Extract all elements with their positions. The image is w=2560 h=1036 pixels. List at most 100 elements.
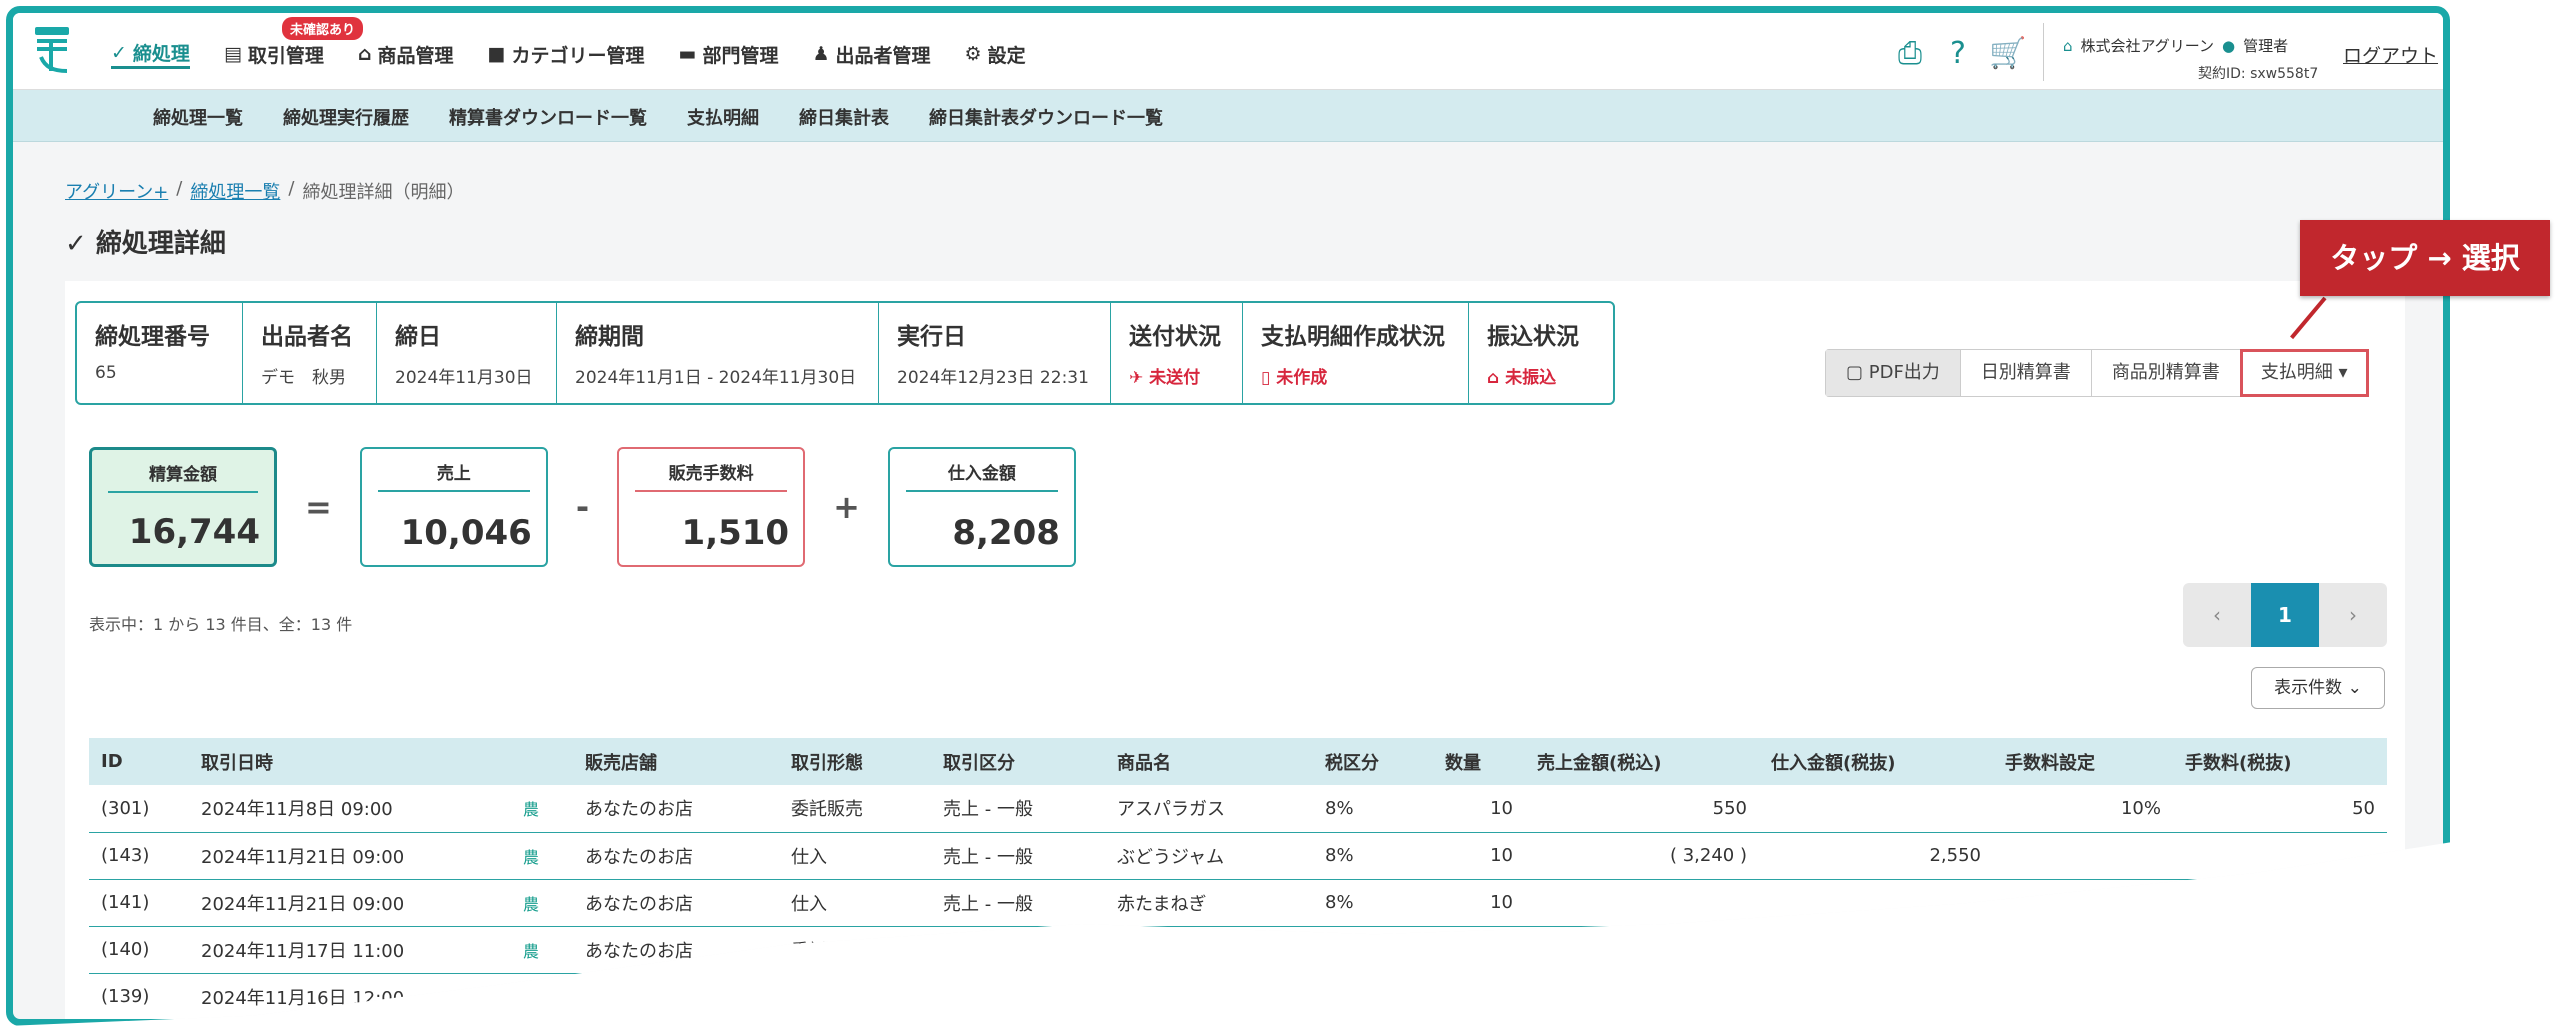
col-sales[interactable]: 売上金額(税込) [1525, 738, 1759, 785]
main-nav: ✓ 締処理 ▤ 取引管理 未確認あり ⌂ 商品管理 ■ カテゴリー管理 ▬ 部門管理 ♟ 出品… [111, 17, 1026, 69]
col-fee[interactable]: 手数料(税抜) [2173, 738, 2387, 785]
subnav-statement-downloads[interactable]: 精算書ダウンロード一覧 [449, 104, 647, 130]
info-number: 締処理番号 65 [77, 303, 243, 403]
transactions-table: ID 取引日時 販売店舗 取引形態 取引区分 商品名 税区分 数量 売上金額(税… [89, 738, 2387, 1019]
farm-icon: 農 [511, 973, 573, 1019]
next-page-button[interactable]: › [2319, 583, 2387, 647]
top-bar: ✓ 締処理 ▤ 取引管理 未確認あり ⌂ 商品管理 ■ カテゴリー管理 ▬ 部門管理 ♟ 出品… [13, 13, 2443, 90]
per-page-select[interactable]: 表示件数 ⌄ [2251, 667, 2385, 709]
breadcrumb-home[interactable]: アグリーン+ [65, 178, 168, 204]
table-row[interactable]: (139) 2024年11月16日 12:00 農あなたのお店 委託販売 売上 - 一般 [89, 973, 2387, 1019]
nav-closing[interactable]: ✓ 締処理 [111, 39, 190, 69]
sub-nav: 締処理一覧 締処理実行履歴 精算書ダウンロード一覧 支払明細 締日集計表 締日集… [13, 90, 2443, 142]
prev-page-button[interactable]: ‹ [2183, 583, 2251, 647]
pdf-output-button[interactable]: ▢ PDF出力 [1826, 350, 1961, 396]
purchase-amount: 仕入金額 8,208 [887, 447, 1076, 567]
account-info: ⌂ 株式会社アグリーン ● 管理者 [2063, 35, 2288, 56]
book-icon: ■ [487, 43, 506, 65]
document-icon: ▯ [1261, 368, 1277, 388]
payment-details-dropdown[interactable]: 支払明細 ▾ [2239, 349, 2369, 397]
amount-summary: 精算金額 16,744 = 売上 10,046 - 販売手数料 1,510 + 仕入金… [89, 447, 1076, 567]
info-closing-date: 締日 2024年11月30日 [377, 303, 557, 403]
user-icon: ● [2222, 36, 2236, 55]
table-row[interactable]: (141) 2024年11月21日 09:00 農あなたのお店 仕入 売上 - 一般 赤た… [89, 879, 2387, 927]
breadcrumb-list[interactable]: 締処理一覧 [190, 178, 280, 204]
subnav-closing-list[interactable]: 締処理一覧 [153, 104, 243, 130]
bank-icon: ⌂ [1487, 368, 1506, 388]
app-logo[interactable] [31, 25, 73, 75]
info-period: 締期間 2024年11月1日 - 2024年11月30日 [557, 303, 879, 403]
col-datetime[interactable]: 取引日時 [189, 738, 511, 785]
check-circle-icon: ✓ [111, 41, 127, 64]
table-row[interactable]: (140) 2024年11月17日 11:00 農あなたのお店 委託販売 売上 - 一般… [89, 926, 2387, 974]
nav-transactions[interactable]: ▤ 取引管理 未確認あり [223, 17, 363, 69]
subnav-summary-downloads[interactable]: 締日集計表ダウンロード一覧 [929, 104, 1163, 130]
minus-sign: - [575, 488, 590, 526]
user-role: 管理者 [2243, 37, 2289, 55]
table-row[interactable]: (143) 2024年11月21日 09:00 農あなたのお店 仕入 売上 - 一般 ぶど… [89, 832, 2387, 880]
detail-card: 締処理番号 65 出品者名 デモ 秋男 締日 2024年11月30日 締期間 2024年… [65, 281, 2405, 1019]
help-icon[interactable]: ? [1941, 37, 1975, 71]
gear-icon: ⚙ [964, 43, 982, 65]
nav-settings[interactable]: ⚙ 設定 [965, 39, 1026, 69]
output-buttons: ▢ PDF出力 日別精算書 商品別精算書 支払明細 ▾ [1825, 349, 2369, 397]
send-icon: ✈ [1129, 368, 1150, 388]
farm-icon: 農 [511, 785, 573, 833]
basket-icon: ⌂ [357, 43, 372, 65]
pdf-icon: ▢ [1846, 362, 1869, 383]
browser-frame: ✓ 締処理 ▤ 取引管理 未確認あり ⌂ 商品管理 ■ カテゴリー管理 ▬ 部門管理 ♟ 出品… [6, 6, 2450, 1026]
ledger-icon: ▤ [223, 43, 242, 65]
company-name: 株式会社アグリーン [2080, 37, 2215, 55]
closing-info: 締処理番号 65 出品者名 デモ 秋男 締日 2024年11月30日 締期間 2024年… [75, 301, 1615, 405]
farm-icon: 農 [511, 879, 573, 927]
page-title: ✓ 締処理詳細 [65, 229, 226, 259]
col-qty[interactable]: 数量 [1433, 738, 1525, 785]
subnav-run-history[interactable]: 締処理実行履歴 [283, 104, 409, 130]
col-type[interactable]: 取引形態 [779, 738, 931, 785]
nav-departments[interactable]: ▬ 部門管理 [679, 39, 779, 69]
daily-statement-button[interactable]: 日別精算書 [1960, 350, 2092, 396]
result-count: 表示中：1 から 13 件目、全：13 件 [89, 615, 353, 634]
nav-sellers[interactable]: ♟ 出品者管理 [812, 39, 930, 69]
subnav-closing-summary[interactable]: 締日集計表 [799, 104, 889, 130]
info-transfer-status: 振込状況 ⌂ 未振込 [1487, 324, 1579, 388]
subnav-payment-details[interactable]: 支払明細 [687, 104, 759, 130]
info-seller: 出品者名 デモ 秋男 [243, 303, 377, 403]
store-icon: ⌂ [2063, 36, 2073, 55]
table-row[interactable]: (301) 2024年11月8日 09:00 農あなたのお店 委託販売 売上 - 一般ア… [89, 785, 2387, 833]
col-product[interactable]: 商品名 [1105, 738, 1313, 785]
equals-sign: = [305, 488, 332, 526]
folder-icon: ▬ [678, 43, 697, 65]
col-fee-setting[interactable]: 手数料設定 [1993, 738, 2173, 785]
cart-icon[interactable]: 🛒 [1989, 37, 2026, 71]
users-icon: ♟ [812, 43, 830, 65]
col-store[interactable]: 販売店舗 [573, 738, 779, 785]
farm-icon: 農 [511, 832, 573, 880]
divider [2043, 23, 2044, 81]
info-run-date: 実行日 2024年12月23日 22:31 [879, 303, 1111, 403]
fee-amount: 販売手数料 1,510 [617, 447, 806, 567]
col-purchase[interactable]: 仕入金額(税抜) [1759, 738, 1993, 785]
unconfirmed-badge: 未確認あり [281, 17, 363, 40]
col-id[interactable]: ID [89, 738, 189, 785]
settlement-amount: 精算金額 16,744 [89, 447, 277, 567]
check-circle-icon: ✓ [65, 229, 96, 259]
table-header-row: ID 取引日時 販売店舗 取引形態 取引区分 商品名 税区分 数量 売上金額(税… [89, 738, 2387, 785]
tap-select-callout: タップ → 選択 [2300, 220, 2550, 296]
contract-id: 契約ID: sxw558t7 [2198, 66, 2319, 82]
nav-categories[interactable]: ■ カテゴリー管理 [488, 39, 645, 69]
header-tools: ⎙ ? 🛒 [1893, 37, 2026, 71]
chevron-down-icon: ⌄ [2347, 678, 2362, 698]
plus-sign: + [833, 488, 860, 526]
breadcrumb: アグリーン+ / 締処理一覧 / 締処理詳細（明細） [65, 178, 465, 204]
logout-link[interactable]: ログアウト [2343, 41, 2438, 68]
product-statement-button[interactable]: 商品別精算書 [2091, 350, 2241, 396]
page-1-button[interactable]: 1 [2251, 583, 2319, 647]
printer-icon[interactable]: ⎙ [1893, 37, 1927, 71]
info-statement-status: 支払明細作成状況 ▯ 未作成 [1243, 303, 1469, 403]
nav-products[interactable]: ⌂ 商品管理 [358, 39, 454, 69]
info-send-status: 送付状況 ✈ 未送付 [1111, 303, 1243, 403]
farm-icon: 農 [511, 926, 573, 974]
col-category[interactable]: 取引区分 [931, 738, 1105, 785]
col-tax[interactable]: 税区分 [1313, 738, 1433, 785]
